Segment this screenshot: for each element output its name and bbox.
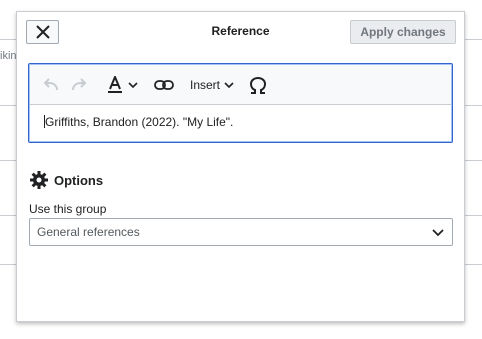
- special-character-button[interactable]: [249, 65, 267, 105]
- editor-toolbar: Insert: [30, 65, 451, 105]
- omega-icon: [249, 76, 267, 94]
- reference-dialog: Reference Apply changes Insert Griffiths…: [16, 11, 465, 322]
- undo-icon: [43, 78, 58, 91]
- options-header: Options: [30, 170, 103, 190]
- citation-editor: Insert Griffiths, Brandon (2022). "My Li…: [28, 63, 453, 143]
- chevron-down-icon: [128, 82, 138, 89]
- reference-group-select[interactable]: General references: [29, 218, 453, 246]
- chevron-down-icon: [224, 82, 234, 89]
- citation-text-area[interactable]: Griffiths, Brandon (2022). "My Life".: [30, 106, 451, 141]
- reference-group-value: General references: [37, 225, 140, 239]
- insert-menu-button[interactable]: Insert: [190, 65, 234, 105]
- dialog-header: Reference Apply changes: [17, 12, 464, 52]
- text-style-icon: [108, 76, 122, 93]
- text-style-button[interactable]: [107, 65, 138, 105]
- redo-button[interactable]: [71, 65, 87, 105]
- insert-label: Insert: [190, 78, 221, 92]
- background-text-fragment: ikin: [0, 50, 17, 62]
- gear-icon: [30, 171, 48, 189]
- apply-changes-button[interactable]: Apply changes: [350, 20, 456, 44]
- citation-text: Griffiths, Brandon (2022). "My Life".: [45, 115, 234, 129]
- chevron-down-icon: [432, 229, 444, 237]
- link-icon: [154, 80, 174, 90]
- redo-icon: [72, 78, 87, 91]
- use-group-label: Use this group: [29, 202, 107, 216]
- undo-button[interactable]: [43, 65, 59, 105]
- link-button[interactable]: [154, 65, 174, 105]
- options-title: Options: [54, 172, 104, 188]
